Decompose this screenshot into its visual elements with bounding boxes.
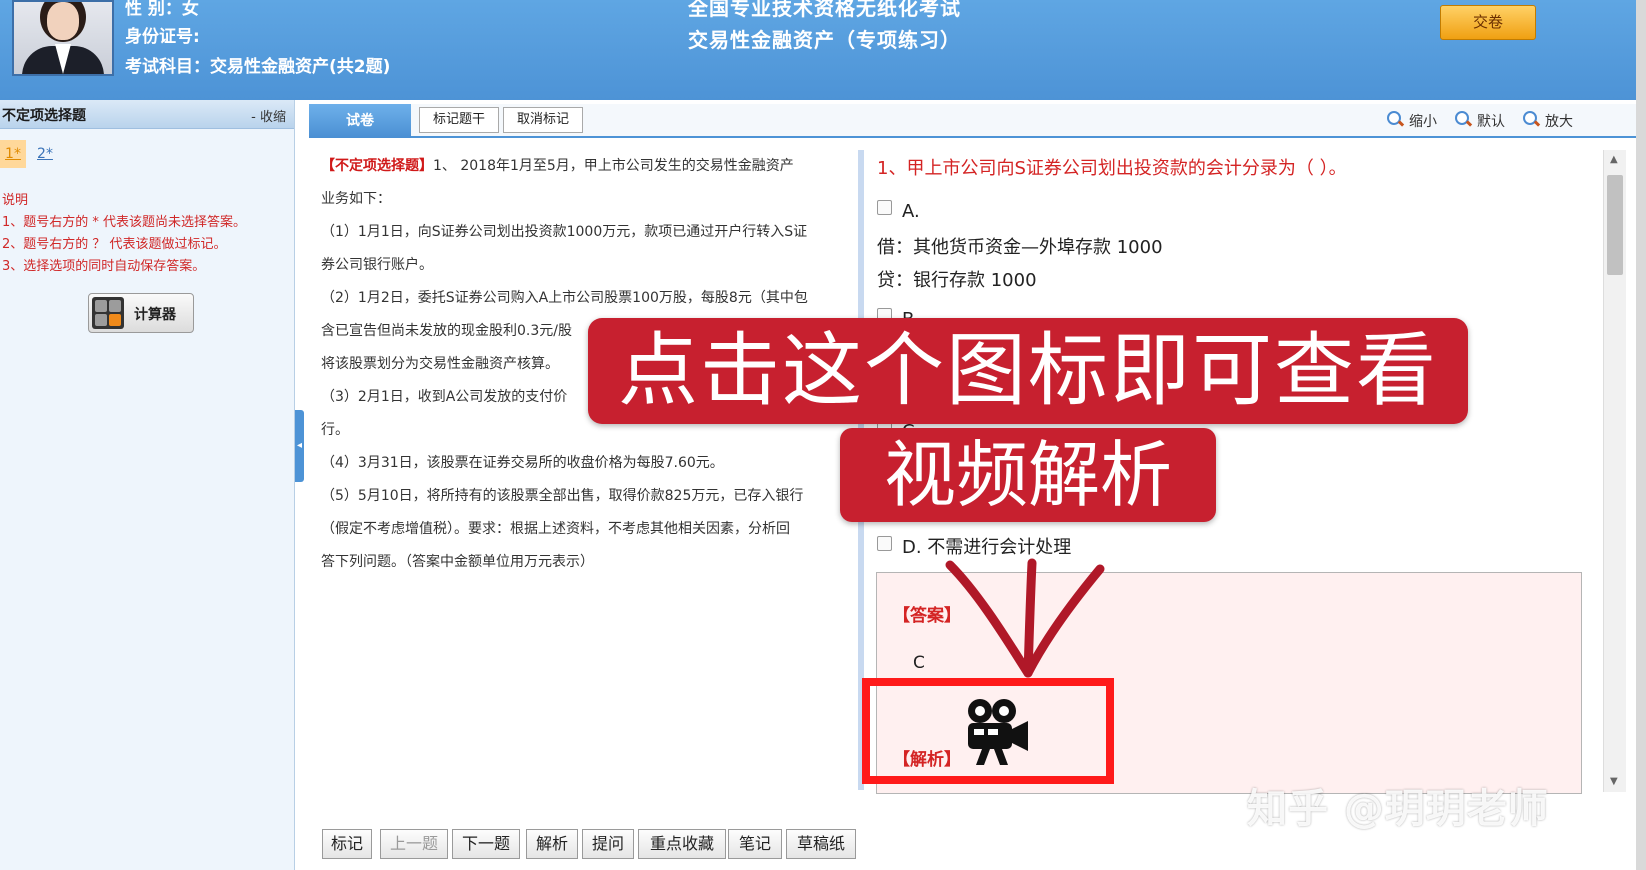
option-a-checkbox[interactable] — [877, 200, 892, 215]
collapse-button[interactable]: - 收缩 — [251, 106, 286, 125]
candidate-photo — [12, 0, 114, 76]
question-sidebar: 不定项选择题 - 收缩 1* 2* 说明 1、题号右方的 * 代表该题尚未选择答… — [0, 100, 295, 870]
stem-line: （5）5月10日，将所持有的该股票全部出售，取得价款825万元，已存入银行 — [321, 488, 804, 504]
stem-line: 券公司银行账户。 — [321, 257, 433, 273]
exam-subtitle: 交易性金融资产（专项练习） — [688, 28, 961, 52]
scratch-paper-button[interactable]: 草稿纸 — [786, 829, 856, 859]
instruction-item: 1、题号右方的 * 代表该题尚未选择答案。 — [2, 215, 247, 230]
scroll-up-icon[interactable]: ▲ — [1610, 154, 1618, 165]
option-a-label: A. — [902, 201, 920, 222]
next-question-button[interactable]: 下一题 — [452, 829, 520, 859]
paper-toolbar: 试卷 标记题干 取消标记 缩小 默认 放大 — [309, 104, 1637, 138]
previous-question-button[interactable]: 上一题 — [380, 829, 448, 859]
stem-line: （假定不考虑增值税）。要求：根据上述资料，不考虑其他相关因素，分析回 — [321, 521, 790, 537]
zoom-in-button[interactable]: 放大 — [1523, 111, 1573, 131]
calculator-icon — [92, 297, 124, 329]
ask-question-button[interactable]: 提问 — [582, 829, 634, 859]
tab-paper[interactable]: 试卷 — [309, 104, 411, 138]
highlight-frame — [862, 678, 1114, 784]
magnifier-icon — [1455, 111, 1473, 129]
annotation-banner-line1: 点击这个图标即可查看 — [588, 318, 1468, 424]
option-a-line2: 贷：银行存款 1000 — [877, 270, 1037, 291]
magnifier-icon — [1523, 111, 1541, 129]
sidebar-header: 不定项选择题 - 收缩 — [0, 100, 294, 129]
zoom-in-label: 放大 — [1545, 114, 1573, 130]
instructions: 说明 1、题号右方的 * 代表该题尚未选择答案。 2、题号右方的 ？ 代表该题做… — [2, 190, 246, 278]
sidebar-splitter-handle[interactable]: ◂ — [295, 410, 304, 482]
instruction-item: 3、选择选项的同时自动保存答案。 — [2, 259, 206, 274]
favorite-button[interactable]: 重点收藏 — [638, 829, 726, 859]
annotation-arrow — [940, 555, 1110, 684]
stem-line: （2）1月2日，委托S证券公司购入A上市公司股票100万股，每股8元（其中包 — [321, 290, 808, 306]
stem-line: （1）1月1日，向S证券公司划出投资款1000万元，款项已通过开户行转入S证 — [321, 224, 808, 240]
watermark: 知乎 @玥玥老师 — [1247, 786, 1549, 832]
stem-line: 答下列问题。（答案中金额单位用万元表示） — [321, 554, 594, 570]
stem-line: （4）3月31日，该股票在证券交易所的收盘价格为每股7.60元。 — [321, 455, 724, 471]
content-scrollbar[interactable]: ▲ ▼ — [1603, 150, 1626, 792]
calculator-button[interactable]: 计算器 — [88, 293, 194, 333]
gender-label: 性 别：女 — [125, 0, 199, 19]
sidebar-title: 不定项选择题 — [2, 108, 86, 124]
calculator-label: 计算器 — [134, 307, 176, 323]
annotation-banner-line2: 视频解析 — [840, 428, 1216, 522]
question-title: 1、甲上市公司向S证券公司划出投资款的会计分录为（ ）。 — [877, 158, 1347, 179]
scroll-down-icon[interactable]: ▼ — [1610, 776, 1618, 787]
answer-value: C — [913, 653, 925, 673]
zoom-default-button[interactable]: 默认 — [1455, 111, 1505, 131]
notes-button[interactable]: 笔记 — [728, 829, 782, 859]
question-type-tag: 【不定项选择题】 — [321, 158, 433, 174]
option-a[interactable]: A. — [877, 200, 920, 222]
exam-header: 性 别：女 身份证号: 考试科目：交易性金融资产(共2题) 全国专业技术资格无纸… — [0, 0, 1646, 100]
zoom-default-label: 默认 — [1477, 114, 1505, 130]
cancel-mark-button[interactable]: 取消标记 — [503, 107, 583, 133]
option-d-checkbox[interactable] — [877, 536, 892, 551]
stem-line: 业务如下： — [321, 191, 391, 207]
id-number-label: 身份证号: — [125, 27, 200, 47]
scrollbar-thumb[interactable] — [1607, 175, 1623, 275]
question-number-2[interactable]: 2* — [32, 140, 58, 168]
submit-exam-button[interactable]: 交卷 — [1440, 5, 1536, 40]
instruction-item: 2、题号右方的 ？ 代表该题做过标记。 — [2, 237, 227, 252]
question-number-1[interactable]: 1* — [0, 140, 26, 168]
magnifier-icon — [1387, 111, 1405, 129]
stem-line: 1、 2018年1月至5月，甲上市公司发生的交易性金融资产 — [433, 158, 794, 174]
instructions-title: 说明 — [2, 193, 29, 208]
exam-subject-label: 考试科目：交易性金融资产(共2题) — [125, 57, 391, 77]
analysis-button[interactable]: 解析 — [526, 829, 578, 859]
exam-title: 全国专业技术资格无纸化考试 — [688, 0, 961, 20]
mark-button[interactable]: 标记 — [322, 829, 372, 859]
mark-stem-button[interactable]: 标记题干 — [419, 107, 499, 133]
window-scrollbar[interactable] — [1636, 0, 1646, 870]
option-a-line1: 借：其他货币资金—外埠存款 1000 — [877, 237, 1163, 258]
zoom-out-button[interactable]: 缩小 — [1387, 111, 1437, 131]
zoom-out-label: 缩小 — [1409, 114, 1437, 130]
